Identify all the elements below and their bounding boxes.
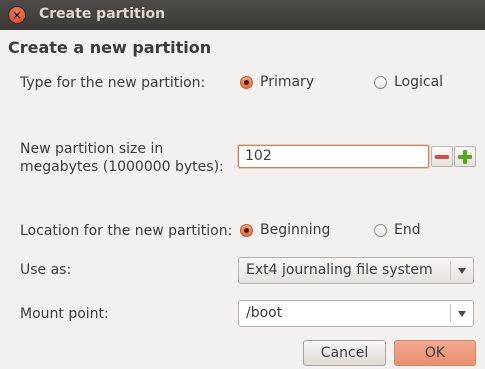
mount-point-input[interactable]: /boot [246,305,282,321]
title-bar: × Create partition [0,0,485,30]
chevron-down-icon[interactable] [458,268,466,274]
use-as-label: Use as: [20,262,72,278]
partition-location-label: Location for the new partition: [20,223,233,239]
use-as-dropdown[interactable]: Ext4 journaling file system [238,257,474,284]
partition-size-input[interactable]: 102 [238,145,429,168]
location-end-radio[interactable]: End [374,222,421,238]
partition-type-label: Type for the new partition: [20,75,206,91]
window-title: Create partition [39,6,166,22]
partition-size-label-line2: megabytes (1000000 bytes): [20,159,224,175]
type-logical-radio[interactable]: Logical [374,74,443,90]
increment-size-button[interactable] [454,146,476,167]
location-beginning-label: Beginning [260,222,331,238]
dropdown-separator [450,261,451,280]
minus-icon [435,155,449,159]
type-primary-label: Primary [260,74,315,90]
partition-size-label-line1: New partition size in [20,141,164,157]
mount-point-combo[interactable]: /boot [238,300,474,327]
radio-unchecked-icon[interactable] [374,75,387,89]
type-logical-label: Logical [394,74,444,90]
close-icon[interactable]: × [9,7,25,23]
mount-point-label: Mount point: [20,306,109,322]
radio-checked-icon[interactable] [240,223,253,237]
radio-checked-icon[interactable] [240,75,253,89]
decrement-size-button[interactable] [431,146,453,167]
dropdown-separator [450,304,451,323]
partition-size-label: New partition size in megabytes (1000000… [20,140,224,176]
radio-unchecked-icon[interactable] [374,223,387,237]
ok-button[interactable]: OK [394,340,476,366]
dialog-heading: Create a new partition [8,38,212,57]
use-as-value: Ext4 journaling file system [246,262,433,278]
location-beginning-radio[interactable]: Beginning [240,222,330,238]
chevron-down-icon[interactable] [458,311,466,317]
cancel-button[interactable]: Cancel [303,340,386,366]
type-primary-radio[interactable]: Primary [240,74,314,90]
location-end-label: End [394,222,421,238]
